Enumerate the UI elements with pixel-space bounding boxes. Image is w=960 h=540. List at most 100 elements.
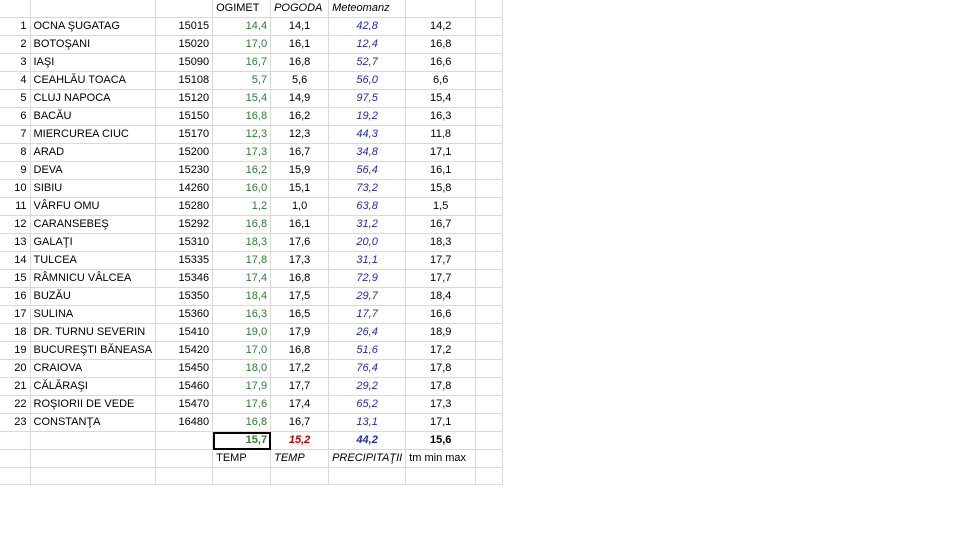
row-number[interactable]: 4 (0, 71, 31, 90)
station-code[interactable]: 14260 (155, 179, 214, 198)
row-number[interactable]: 12 (0, 215, 31, 234)
ogimet-temp[interactable]: 17,8 (212, 251, 272, 270)
station-code[interactable]: 16480 (155, 413, 214, 432)
meteomanz-precip[interactable]: 76,4 (328, 359, 407, 378)
tm-min-max[interactable]: 1,5 (405, 197, 477, 216)
meteomanz-precip[interactable]: 17,7 (328, 305, 407, 324)
cell[interactable] (475, 449, 504, 468)
tm-min-max[interactable]: 16,6 (405, 305, 477, 324)
station-code[interactable]: 15310 (155, 233, 214, 252)
ogimet-temp[interactable]: 17,9 (212, 377, 272, 396)
city-name[interactable]: BUCUREŞTI BĂNEASA (30, 341, 157, 360)
row-number[interactable]: 7 (0, 125, 31, 144)
tm-min-max[interactable]: 16,6 (405, 53, 477, 72)
tm-min-max[interactable]: 18,9 (405, 323, 477, 342)
ogimet-temp[interactable]: 17,3 (212, 143, 272, 162)
tm-min-max[interactable]: 17,7 (405, 269, 477, 288)
pogoda-temp[interactable]: 15,9 (270, 161, 330, 180)
pogoda-temp[interactable]: 17,7 (270, 377, 330, 396)
cell[interactable] (475, 287, 504, 306)
meteomanz-precip[interactable]: 31,2 (328, 215, 407, 234)
meteomanz-precip[interactable]: 31,1 (328, 251, 407, 270)
meteomanz-precip[interactable]: 42,8 (328, 17, 407, 36)
ogimet-temp[interactable]: 16,7 (212, 53, 272, 72)
ogimet-temp[interactable]: 19,0 (212, 323, 272, 342)
city-name[interactable]: DR. TURNU SEVERIN (30, 323, 157, 342)
ogimet-temp[interactable]: 12,3 (212, 125, 272, 144)
ogimet-temp[interactable]: 18,0 (212, 359, 272, 378)
footer-tm[interactable]: tm min max (405, 449, 477, 468)
city-name[interactable]: MIERCUREA CIUC (30, 125, 157, 144)
city-name[interactable]: ROŞIORII DE VEDE (30, 395, 157, 414)
station-code[interactable]: 15170 (155, 125, 214, 144)
cell[interactable] (155, 449, 214, 468)
cell[interactable] (0, 431, 31, 450)
tm-min-max[interactable]: 14,2 (405, 17, 477, 36)
pogoda-temp[interactable]: 17,2 (270, 359, 330, 378)
ogimet-temp[interactable]: 18,4 (212, 287, 272, 306)
cell[interactable] (475, 413, 504, 432)
tm-min-max[interactable]: 15,8 (405, 179, 477, 198)
cell[interactable] (475, 89, 504, 108)
pogoda-temp[interactable]: 16,8 (270, 341, 330, 360)
tm-min-max[interactable]: 17,1 (405, 413, 477, 432)
cell[interactable] (30, 449, 157, 468)
meteomanz-precip[interactable]: 26,4 (328, 323, 407, 342)
ogimet-temp[interactable]: 1,2 (212, 197, 272, 216)
meteomanz-precip[interactable]: 20,0 (328, 233, 407, 252)
station-code[interactable]: 15200 (155, 143, 214, 162)
pogoda-temp[interactable]: 16,1 (270, 215, 330, 234)
cell[interactable] (475, 377, 504, 396)
meteomanz-precip[interactable]: 97,5 (328, 89, 407, 108)
station-code[interactable]: 15460 (155, 377, 214, 396)
cell[interactable] (155, 431, 214, 450)
station-code[interactable]: 15150 (155, 107, 214, 126)
cell[interactable] (475, 143, 504, 162)
total-meteomanz[interactable]: 44,2 (328, 431, 407, 450)
city-name[interactable]: CRAIOVA (30, 359, 157, 378)
ogimet-temp[interactable]: 14,4 (212, 17, 272, 36)
pogoda-temp[interactable]: 16,7 (270, 413, 330, 432)
tm-min-max[interactable]: 17,3 (405, 395, 477, 414)
tm-min-max[interactable]: 16,8 (405, 35, 477, 54)
pogoda-temp[interactable]: 16,5 (270, 305, 330, 324)
meteomanz-precip[interactable]: 72,9 (328, 269, 407, 288)
tm-min-max[interactable]: 16,7 (405, 215, 477, 234)
meteomanz-precip[interactable]: 12,4 (328, 35, 407, 54)
row-number[interactable]: 11 (0, 197, 31, 216)
cell[interactable] (0, 449, 31, 468)
cell[interactable] (475, 359, 504, 378)
row-number[interactable]: 21 (0, 377, 31, 396)
row-number[interactable]: 9 (0, 161, 31, 180)
cell[interactable] (212, 467, 272, 485)
ogimet-temp[interactable]: 17,0 (212, 35, 272, 54)
total-ogimet[interactable]: 15,7 (212, 431, 272, 450)
cell[interactable] (475, 305, 504, 324)
ogimet-temp[interactable]: 17,0 (212, 341, 272, 360)
ogimet-temp[interactable]: 16,8 (212, 413, 272, 432)
city-name[interactable]: OCNA ŞUGATAG (30, 17, 157, 36)
city-name[interactable]: SULINA (30, 305, 157, 324)
row-number[interactable]: 3 (0, 53, 31, 72)
station-code[interactable]: 15090 (155, 53, 214, 72)
row-number[interactable]: 8 (0, 143, 31, 162)
station-code[interactable]: 15346 (155, 269, 214, 288)
cell[interactable] (475, 71, 504, 90)
city-name[interactable]: BOTOŞANI (30, 35, 157, 54)
ogimet-temp[interactable]: 16,8 (212, 215, 272, 234)
cell[interactable] (475, 53, 504, 72)
city-name[interactable]: RÂMNICU VÂLCEA (30, 269, 157, 288)
city-name[interactable]: VÂRFU OMU (30, 197, 157, 216)
city-name[interactable]: CĂLĂRAŞI (30, 377, 157, 396)
tm-min-max[interactable]: 6,6 (405, 71, 477, 90)
cell[interactable] (155, 467, 214, 485)
cell[interactable] (0, 0, 31, 18)
pogoda-temp[interactable]: 14,9 (270, 89, 330, 108)
city-name[interactable]: CLUJ NAPOCA (30, 89, 157, 108)
cell[interactable] (475, 395, 504, 414)
meteomanz-precip[interactable]: 56,0 (328, 71, 407, 90)
cell[interactable] (475, 323, 504, 342)
meteomanz-precip[interactable]: 29,7 (328, 287, 407, 306)
station-code[interactable]: 15015 (155, 17, 214, 36)
city-name[interactable]: DEVA (30, 161, 157, 180)
